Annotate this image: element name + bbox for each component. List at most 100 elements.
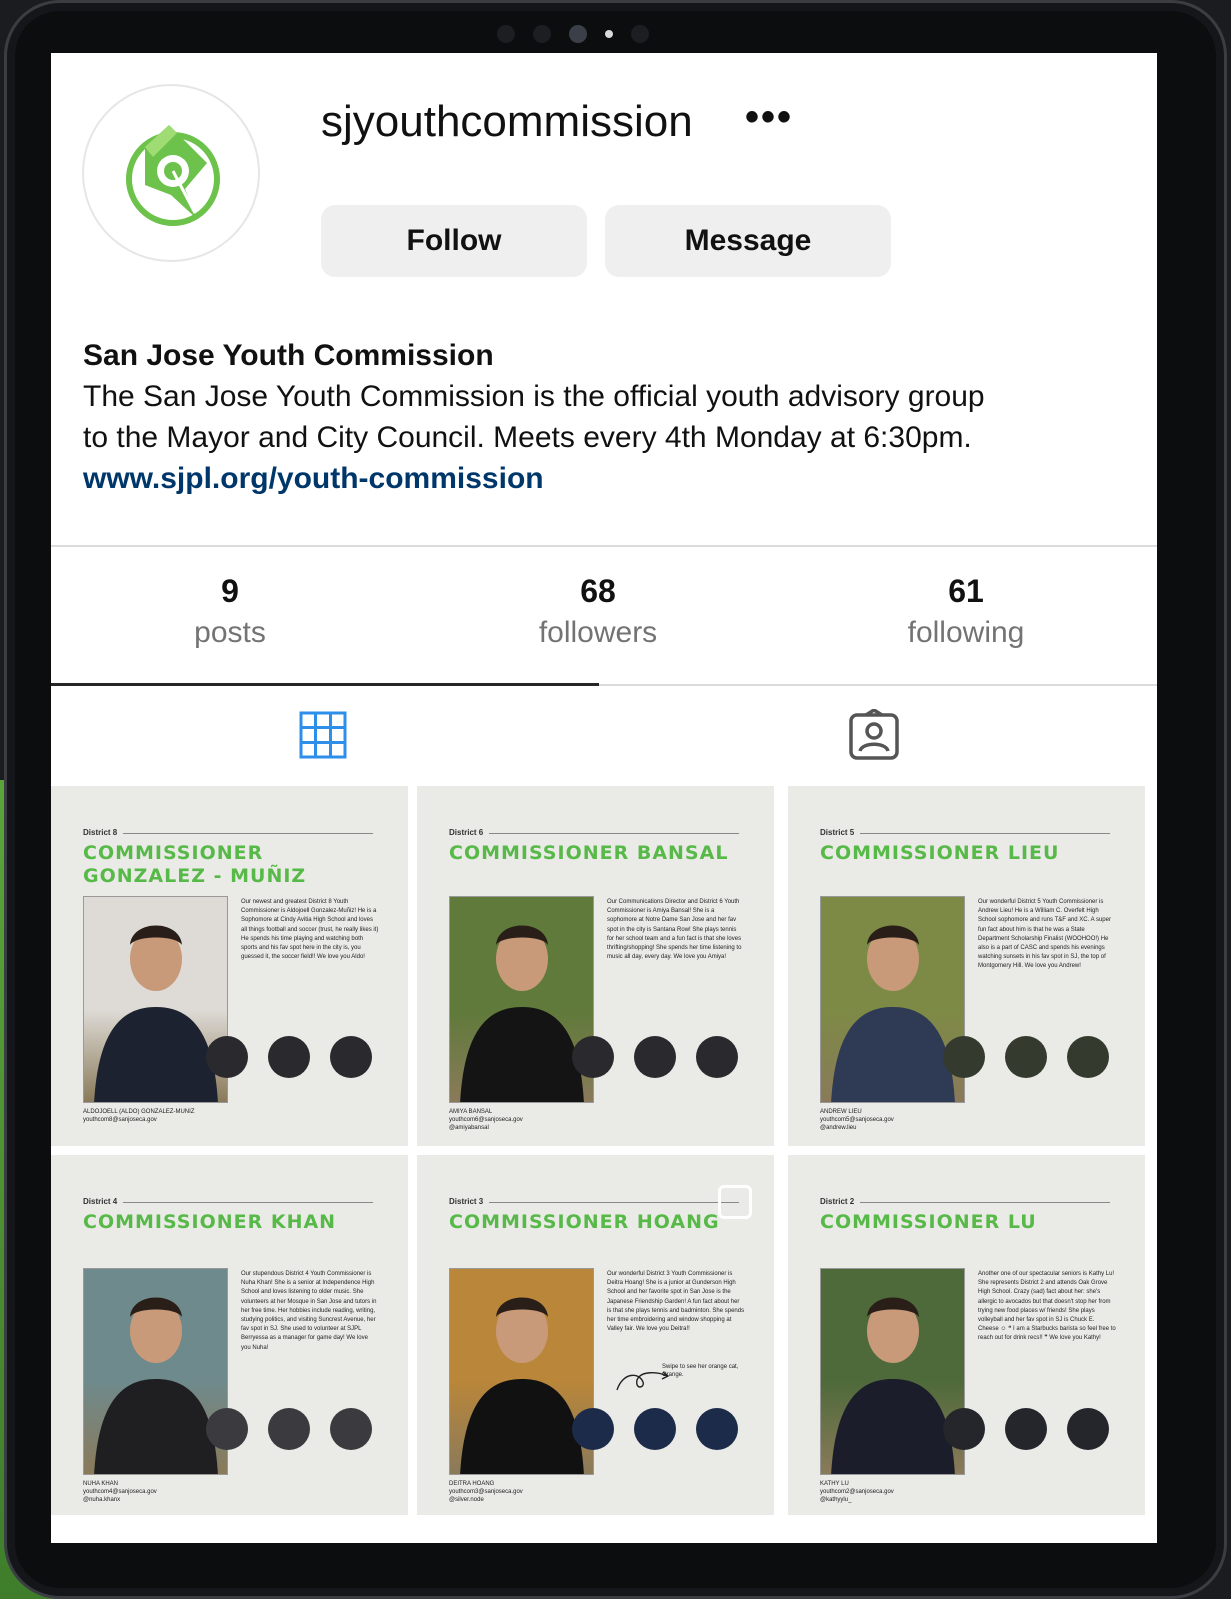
camera-lens xyxy=(569,25,587,43)
post-footer-line: @nuha.khanx xyxy=(83,1497,121,1503)
post-footer: ALDOJOELL (ALDO) GONZALEZ-MUNIZ youthcom8… xyxy=(83,1108,194,1124)
post-district-label: District 4 xyxy=(83,1197,118,1206)
post-tile[interactable]: District 2 COMMISSIONER LU Another one o… xyxy=(788,1155,1145,1515)
post-footer-line: youthcom6@sanjoseca.gov xyxy=(449,1117,523,1123)
post-footer-line: AMIYA BANSAL xyxy=(449,1109,493,1115)
post-footer-line: youthcom5@sanjoseca.gov xyxy=(820,1117,894,1123)
camera-bar xyxy=(497,25,649,43)
stat-value: 68 xyxy=(580,573,616,609)
post-title: COMMISSIONER LIEU xyxy=(820,842,1120,865)
dot xyxy=(1067,1036,1109,1078)
more-options-icon[interactable]: ••• xyxy=(745,95,793,140)
post-bio-text: Our wonderful District 5 Youth Commissio… xyxy=(978,899,1111,970)
follow-button[interactable]: Follow xyxy=(321,205,587,277)
post-footer-line: @andrew.lieu xyxy=(820,1125,857,1131)
post-bio-text: Another one of our spectacular seniors i… xyxy=(978,1271,1116,1342)
message-button[interactable]: Message xyxy=(605,205,891,277)
post-title: COMMISSIONER GONZALEZ - MUÑIZ xyxy=(83,842,383,888)
post-note: Swipe to see her orange cat, Orange. xyxy=(662,1364,739,1378)
posts-grid: District 8 COMMISSIONER GONZALEZ - MUÑIZ… xyxy=(51,786,1157,1543)
post-divider xyxy=(860,833,1110,834)
pen-nib-logo-icon xyxy=(126,125,220,226)
dot xyxy=(268,1408,310,1450)
profile-avatar[interactable] xyxy=(82,84,260,262)
profile-display-name: San Jose Youth Commission xyxy=(83,339,494,372)
post-footer-line: youthcom2@sanjoseca.gov xyxy=(820,1489,894,1495)
sensor-dot xyxy=(533,25,551,43)
stats-divider xyxy=(51,545,1157,547)
post-district-label: District 6 xyxy=(449,828,484,837)
decorative-dots xyxy=(206,1408,372,1450)
post-divider xyxy=(489,833,739,834)
stat-followers[interactable]: 68 followers xyxy=(438,573,758,650)
post-title: COMMISSIONER LU xyxy=(820,1211,1120,1234)
profile-username: sjyouthcommission xyxy=(321,97,693,146)
post-footer-line: youthcom3@sanjoseca.gov xyxy=(449,1489,523,1495)
post-footer-line: NUHA KHAN xyxy=(83,1481,119,1487)
post-divider xyxy=(860,1202,1110,1203)
decorative-dots xyxy=(943,1408,1109,1450)
dot xyxy=(206,1408,248,1450)
post-tile[interactable]: District 5 COMMISSIONER LIEU Our wonderf… xyxy=(788,786,1145,1146)
stat-label: followers xyxy=(538,616,658,649)
dot xyxy=(572,1036,614,1078)
instagram-profile-screen: sjyouthcommission ••• Follow Message San… xyxy=(51,53,1157,1543)
post-bio-text: Our Communications Director and District… xyxy=(607,899,742,961)
carousel-icon xyxy=(718,1185,752,1219)
bio-text-line: The San Jose Youth Commission is the off… xyxy=(83,380,985,413)
post-title-line: GONZALEZ - MUÑIZ xyxy=(83,865,307,887)
post-divider xyxy=(123,1202,373,1203)
post-footer-line: ANDREW LIEU xyxy=(820,1109,862,1115)
post-divider xyxy=(489,1202,739,1203)
post-footer-line: @silver.node xyxy=(449,1497,484,1503)
post-title: COMMISSIONER BANSAL xyxy=(449,842,749,865)
post-tile[interactable]: District 8 COMMISSIONER GONZALEZ - MUÑIZ… xyxy=(51,786,408,1146)
dot xyxy=(943,1408,985,1450)
post-title-line: COMMISSIONER xyxy=(83,842,264,864)
camera-led xyxy=(605,30,613,38)
post-title-line: COMMISSIONER KHAN xyxy=(83,1211,337,1233)
stat-following[interactable]: 61 following xyxy=(806,573,1126,650)
decorative-dots xyxy=(572,1408,738,1450)
post-footer: NUHA KHAN youthcom4@sanjoseca.gov @nuha.kh… xyxy=(83,1480,157,1504)
post-footer-line: DEITRA HOANG xyxy=(449,1481,495,1487)
post-tile[interactable]: District 3 COMMISSIONER HOANG Our wonder… xyxy=(417,1155,774,1515)
dot xyxy=(1005,1408,1047,1450)
post-footer: ANDREW LIEU youthcom5@sanjoseca.gov @andre… xyxy=(820,1108,894,1132)
tab-tagged[interactable]: tagged-icon xyxy=(848,707,900,766)
post-footer-line: youthcom4@sanjoseca.gov xyxy=(83,1489,157,1495)
dot xyxy=(634,1408,676,1450)
dot xyxy=(1005,1036,1047,1078)
post-footer-line: KATHY LU xyxy=(820,1481,849,1487)
tab-posts-grid[interactable]: grid-icon xyxy=(299,711,347,764)
stat-posts[interactable]: 9 posts xyxy=(70,573,390,650)
profile-website-link[interactable]: www.sjpl.org/youth-commission xyxy=(83,458,1123,499)
post-tile[interactable]: District 4 COMMISSIONER KHAN Our stupend… xyxy=(51,1155,408,1515)
post-divider xyxy=(123,833,373,834)
post-title-line: COMMISSIONER LU xyxy=(820,1211,1037,1233)
post-footer: KATHY LU youthcom2@sanjoseca.gov @kathyylu… xyxy=(820,1480,894,1504)
dot xyxy=(634,1036,676,1078)
decorative-dots xyxy=(206,1036,372,1078)
dot xyxy=(572,1408,614,1450)
post-footer: DEITRA HOANG youthcom3@sanjoseca.gov @silv… xyxy=(449,1480,523,1504)
dot xyxy=(330,1408,372,1450)
decorative-dots xyxy=(572,1036,738,1078)
post-title-line: COMMISSIONER BANSAL xyxy=(449,842,729,864)
dot xyxy=(696,1036,738,1078)
post-title-line: COMMISSIONER HOANG xyxy=(449,1211,720,1233)
tagged-icon xyxy=(849,707,899,760)
post-bio-text: Our newest and greatest District 8 Youth… xyxy=(241,899,379,961)
post-title: COMMISSIONER KHAN xyxy=(83,1211,383,1234)
post-footer-line: @amiyabansal xyxy=(449,1125,489,1131)
post-bio-text: Our stupendous District 4 Youth Commissi… xyxy=(241,1271,377,1351)
stat-value: 61 xyxy=(948,573,984,609)
bio-text-line: to the Mayor and City Council. Meets eve… xyxy=(83,421,972,454)
stat-label: posts xyxy=(194,616,266,649)
post-district-label: District 5 xyxy=(820,828,855,837)
post-title-line: COMMISSIONER LIEU xyxy=(820,842,1060,864)
post-district-label: District 3 xyxy=(449,1197,484,1206)
post-footer: AMIYA BANSAL youthcom6@sanjoseca.gov @amiy… xyxy=(449,1108,523,1132)
post-tile[interactable]: District 6 COMMISSIONER BANSAL Our Commu… xyxy=(417,786,774,1146)
post-footer-line: @kathyylu_ xyxy=(820,1497,852,1503)
